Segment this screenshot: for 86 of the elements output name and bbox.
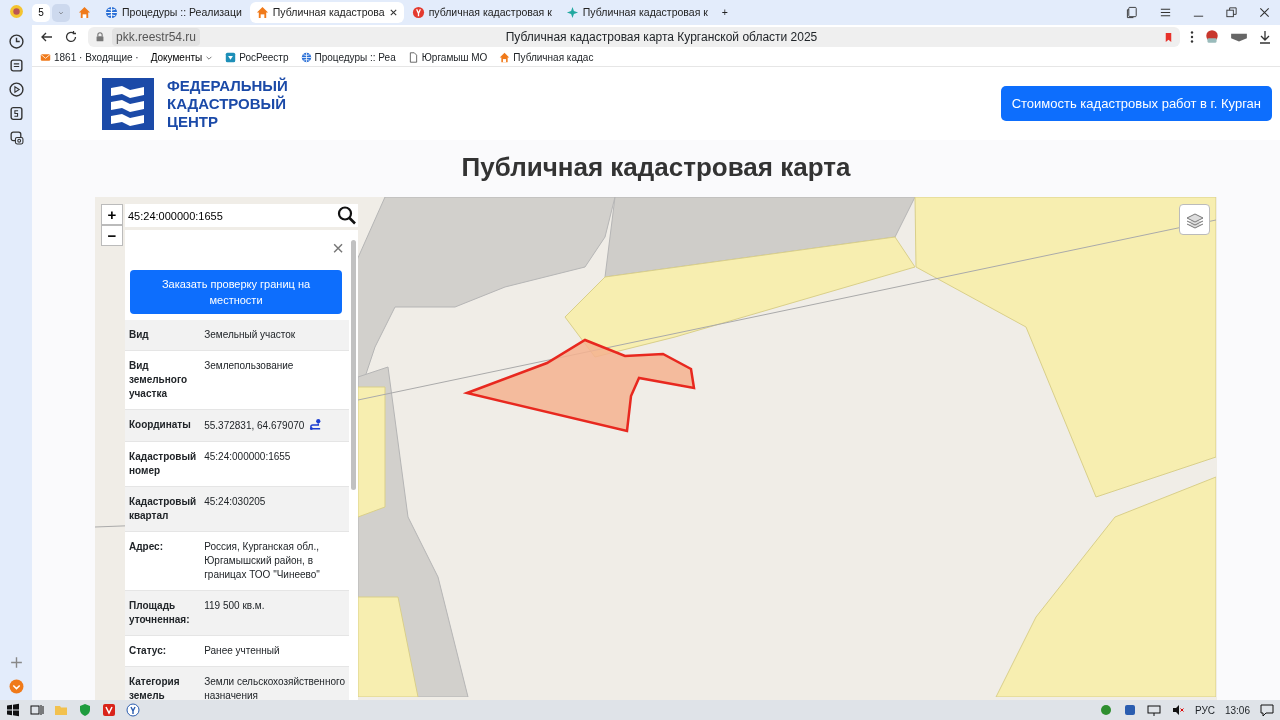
selected-parcel[interactable] — [462, 338, 696, 433]
tab-count-button[interactable]: 5 — [32, 3, 50, 22]
bookmark-link[interactable]: РосРеестр — [225, 50, 289, 65]
scrollbar-thumb[interactable] — [351, 240, 356, 491]
property-value: Ранее учтенный — [204, 645, 280, 657]
notes-icon[interactable] — [8, 58, 24, 73]
windows-logo-icon[interactable] — [6, 703, 20, 717]
property-value: Земельный участок — [204, 329, 296, 341]
logo-text: ФЕДЕРАЛЬНЫЙ КАДАСТРОВЫЙ ЦЕНТР — [167, 76, 288, 131]
location-route-icon[interactable] — [309, 418, 323, 432]
property-label: Вид — [125, 320, 201, 351]
property-label: Координаты — [125, 409, 201, 442]
property-label: Адрес: — [125, 531, 201, 591]
new-tab-button[interactable]: + — [715, 2, 734, 23]
clock-time[interactable]: 13:06 — [1224, 702, 1250, 718]
notifications-icon[interactable] — [1260, 703, 1274, 717]
letter-v-icon[interactable] — [102, 703, 116, 717]
close-button[interactable]: × — [332, 238, 344, 259]
camera-icon[interactable] — [8, 130, 24, 145]
browser-tab[interactable]: Публичная кадастрова — [249, 2, 404, 23]
house-icon — [78, 6, 91, 19]
reload-icon[interactable] — [64, 30, 78, 44]
property-value: Земли сельскохозяйственного назначения — [204, 676, 345, 700]
extension-icon[interactable] — [1204, 29, 1220, 45]
close-icon[interactable] — [388, 8, 398, 17]
lock-icon — [94, 31, 106, 43]
document-icon — [407, 52, 419, 63]
property-value: 45:24:000000:1655 — [204, 451, 291, 463]
bookmark-link[interactable]: Процедуры :: Реа — [300, 50, 396, 65]
letter-y-icon — [411, 6, 425, 19]
property-label: Площадь уточненная: — [125, 590, 201, 636]
logo-icon[interactable] — [102, 77, 154, 130]
browser-logo-icon — [8, 4, 24, 19]
emblem-icon — [225, 52, 237, 63]
address-bar[interactable]: pkk.reestr54.ru Публичная кадастровая карта Курганской области 2025 — [88, 27, 1180, 47]
more-icon[interactable] — [1190, 30, 1194, 44]
plus-icon[interactable] — [8, 655, 24, 670]
house-icon — [255, 6, 269, 19]
browser-tab[interactable]: Процедуры :: Реализаци — [99, 2, 248, 23]
search-field[interactable]: 45:24:000000:1655 — [125, 204, 336, 228]
property-value: 55.372831, 64.679070 — [204, 420, 305, 432]
shield-icon[interactable] — [78, 703, 92, 717]
play-icon[interactable] — [8, 82, 24, 97]
bookmark-link[interactable]: 1861 · Входящие · — [40, 50, 139, 65]
speaker-muted-icon[interactable] — [1170, 703, 1185, 717]
property-label: Кадастровый номер — [125, 441, 201, 487]
network-icon[interactable] — [1146, 703, 1161, 717]
tabs-collection-icon[interactable] — [1126, 6, 1139, 19]
restore-icon[interactable] — [1225, 6, 1238, 19]
numbered-square-icon[interactable] — [8, 106, 24, 121]
bookmark-icon[interactable] — [1163, 31, 1174, 43]
tray-app-icon[interactable] — [1098, 703, 1113, 717]
letter-y-icon[interactable] — [126, 703, 140, 717]
house-icon — [499, 52, 511, 63]
keyboard-language[interactable]: РУС — [1194, 702, 1215, 718]
layers-button[interactable] — [1179, 204, 1210, 236]
zoom-in-button[interactable]: + — [101, 204, 123, 226]
globe-icon — [300, 52, 312, 63]
order-check-button[interactable]: Заказать проверку границ на местности — [130, 270, 342, 315]
close-icon[interactable] — [1258, 6, 1271, 19]
property-value: Землепользование — [204, 360, 294, 372]
task-view-icon[interactable] — [30, 703, 44, 717]
extension-icon[interactable] — [1230, 31, 1248, 43]
clock-icon[interactable] — [8, 34, 24, 49]
property-label: Статус: — [125, 635, 201, 667]
sparkle-icon — [565, 6, 579, 19]
browser-tab[interactable]: публичная кадастровая к — [405, 2, 558, 23]
property-value: 119 500 кв.м. — [204, 600, 265, 612]
bookmark-link[interactable]: Юргамыш МО — [407, 50, 488, 65]
property-label: Кадастровый квартал — [125, 486, 201, 532]
zoom-out-button[interactable]: − — [101, 225, 123, 247]
search-icon[interactable] — [336, 204, 358, 228]
property-value: Россия, Курганская обл., Юргамышский район, в границах ТОО "Чинеево" — [204, 541, 320, 581]
property-label: Вид земельного участка — [125, 350, 201, 410]
property-value: 45:24:030205 — [204, 496, 266, 508]
menu-icon[interactable] — [1159, 6, 1172, 19]
tray-app-icon[interactable] — [1122, 703, 1137, 717]
bookmark-link[interactable]: Публичная кадас — [499, 50, 594, 65]
download-icon[interactable] — [1258, 30, 1272, 44]
globe-icon — [105, 6, 118, 19]
browser-tab[interactable]: Публичная кадастровая к — [559, 2, 714, 23]
pricing-button[interactable]: Стоимость кадастровых работ в г. Курган — [1000, 85, 1272, 122]
envelope-icon — [40, 52, 51, 63]
page-heading: Публичная кадастровая карта — [460, 151, 852, 184]
back-arrow-icon[interactable] — [40, 30, 54, 44]
bookmark-link[interactable]: Документы — [150, 50, 214, 65]
